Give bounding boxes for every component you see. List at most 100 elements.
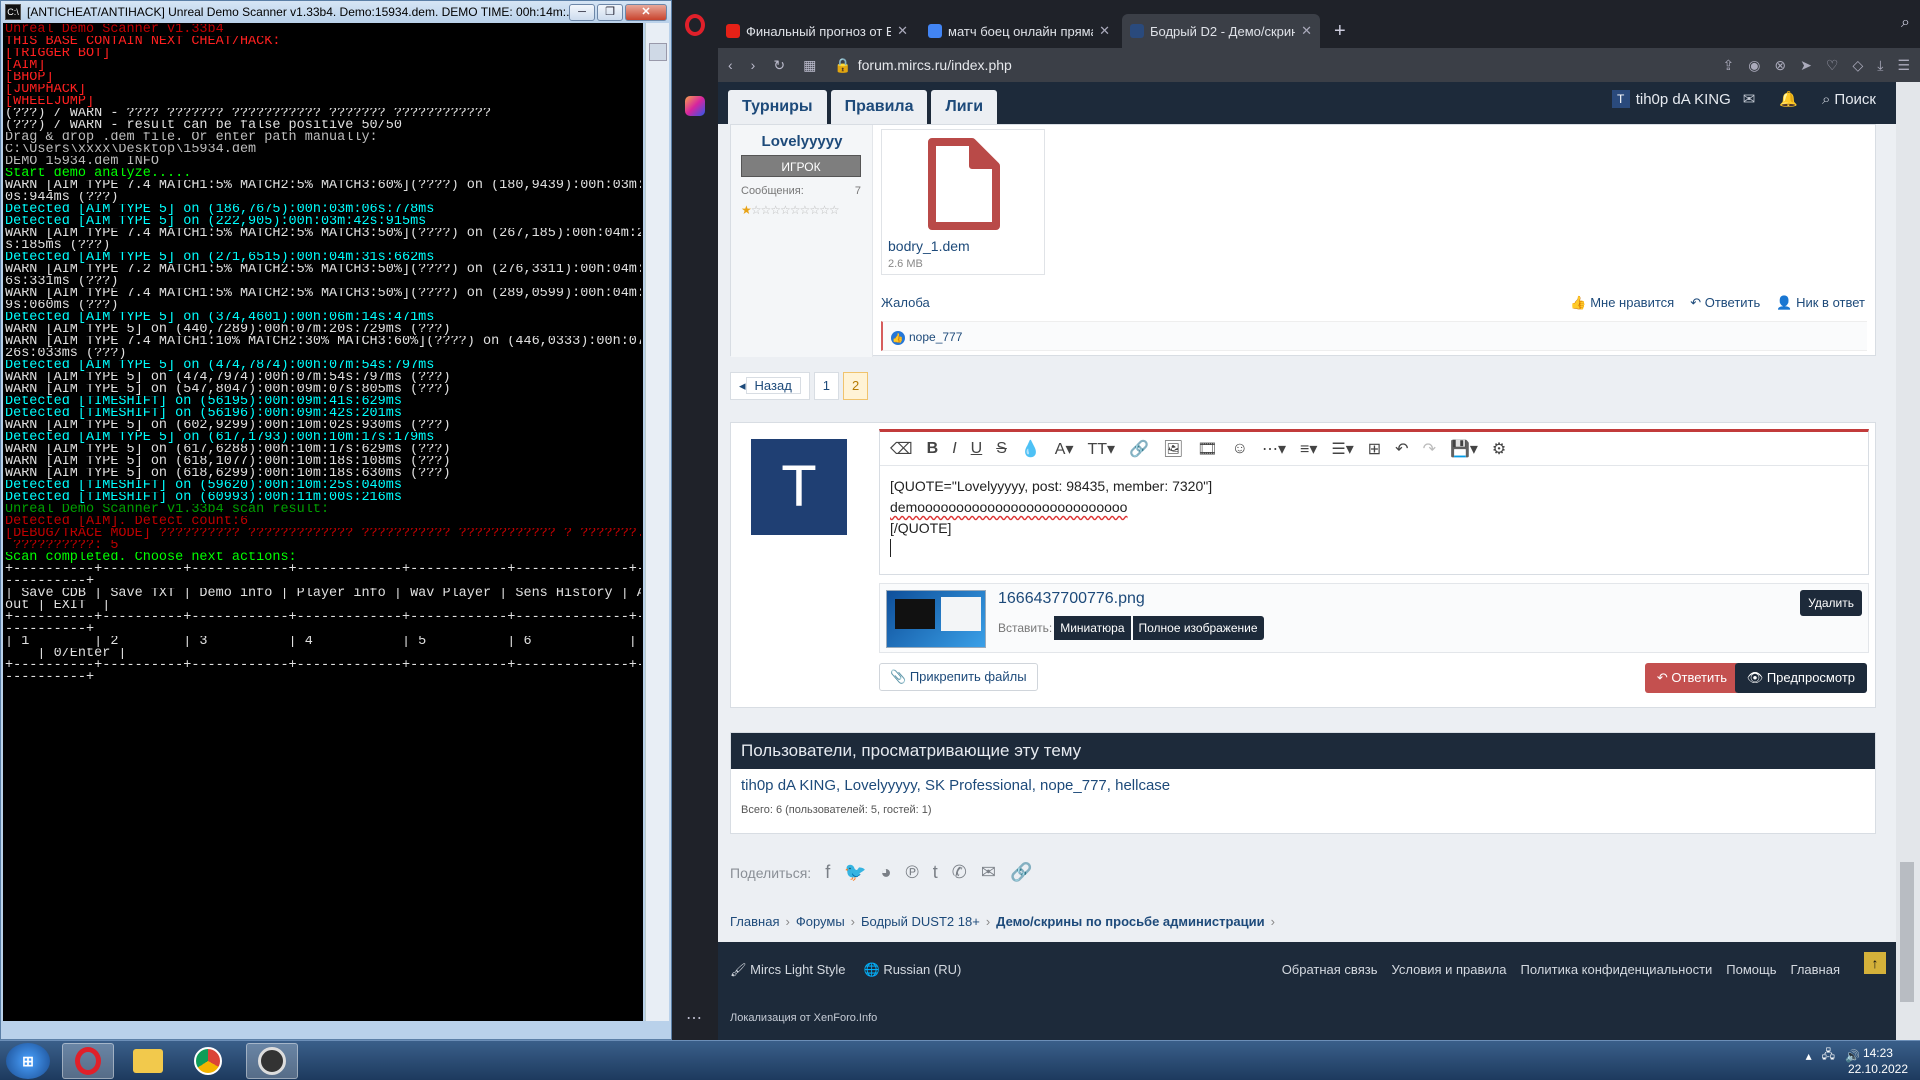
nav-rules[interactable]: Правила xyxy=(830,90,928,124)
page-scrollbar[interactable] xyxy=(1896,82,1920,1040)
breadcrumb-current[interactable]: Демо/скрины по просьбе администрации xyxy=(996,914,1264,929)
preview-button[interactable]: 👁 Предпросмотр xyxy=(1734,663,1867,693)
link-icon[interactable]: 🔗 xyxy=(1129,439,1149,459)
underline-icon[interactable]: U xyxy=(971,440,983,458)
pager-back[interactable]: ◂ Назад xyxy=(730,372,810,400)
report-link[interactable]: Жалоба xyxy=(881,295,930,310)
taskbar-console[interactable] xyxy=(246,1043,298,1079)
image-icon[interactable]: 🖼 xyxy=(1163,439,1183,459)
bell-icon[interactable]: 🔔 xyxy=(1779,90,1798,108)
footer-feedback[interactable]: Обратная связь xyxy=(1282,962,1378,977)
language-chooser[interactable]: 🌐 Russian (RU) xyxy=(864,962,962,978)
pager-page-2[interactable]: 2 xyxy=(843,372,869,400)
nav-leagues[interactable]: Лиги xyxy=(931,90,998,124)
eraser-icon[interactable]: ⌫ xyxy=(890,439,913,459)
pager-page-1[interactable]: 1 xyxy=(813,372,840,400)
scroll-top-icon[interactable]: ↑ xyxy=(1864,952,1886,974)
tray-arrow-icon[interactable]: ▴ xyxy=(1806,1049,1812,1063)
search-icon[interactable]: ⌕ xyxy=(1822,91,1830,108)
console-scrollbar[interactable] xyxy=(645,23,669,1021)
footer-home[interactable]: Главная xyxy=(1791,962,1840,977)
insert-full-button[interactable]: Полное изображение xyxy=(1132,616,1264,640)
like-button[interactable]: 👍 Мне нравится xyxy=(1570,295,1674,311)
breadcrumb-forums[interactable]: Форумы xyxy=(796,914,845,929)
link-share-icon[interactable]: 🔗 xyxy=(1010,862,1032,883)
tab-close-icon[interactable]: ✕ xyxy=(1099,23,1110,39)
adblock-icon[interactable]: ⊗ xyxy=(1774,57,1786,74)
browser-tab-2[interactable]: матч боец онлайн прямая ✕ xyxy=(920,14,1118,48)
search-tabs-icon[interactable]: ⌕ xyxy=(1901,14,1910,32)
console-title-bar[interactable]: C:\ [ANTICHEAT/ANTIHACK] Unreal Demo Sca… xyxy=(1,1,671,23)
opera-logo-icon[interactable] xyxy=(685,14,705,36)
page-scroll-thumb[interactable] xyxy=(1900,862,1914,1002)
bold-icon[interactable]: B xyxy=(927,440,939,458)
reload-icon[interactable]: ↻ xyxy=(773,57,785,74)
nick-reply-button[interactable]: 👤 Ник в ответ xyxy=(1776,295,1865,311)
align-icon[interactable]: ≡▾ xyxy=(1300,439,1317,459)
mail-icon[interactable]: ✉ xyxy=(1743,90,1756,108)
tumblr-icon[interactable]: t xyxy=(933,862,938,883)
send-icon[interactable]: ➤ xyxy=(1800,57,1812,74)
browser-tab-3[interactable]: Бодрый D2 - Демо/скрины ✕ xyxy=(1122,14,1320,48)
submit-reply-button[interactable]: ↶ Ответить xyxy=(1644,663,1739,693)
more-icon[interactable]: ⋯ xyxy=(686,1008,702,1028)
forward-icon[interactable]: › xyxy=(751,57,756,73)
post-author[interactable]: Lovelyyyyy xyxy=(731,133,873,150)
strike-icon[interactable]: S xyxy=(996,440,1007,458)
color-icon[interactable]: 💧 xyxy=(1021,439,1041,459)
smiley-icon[interactable]: ☺ xyxy=(1232,440,1248,458)
settings-icon[interactable]: ⚙ xyxy=(1492,439,1506,459)
editor-text-area[interactable]: [QUOTE="Lovelyyyyy, post: 98435, member:… xyxy=(880,466,1868,573)
url-field[interactable]: forum.mircs.ru/index.php xyxy=(858,57,1709,73)
tab-close-icon[interactable]: ✕ xyxy=(1301,23,1312,39)
table-icon[interactable]: ⊞ xyxy=(1368,439,1381,459)
start-button[interactable]: ⊞ xyxy=(6,1043,50,1079)
delete-upload-button[interactable]: Удалить xyxy=(1800,590,1862,616)
viewers-list[interactable]: tih0p dA KING, Lovelyyyyy, SK Profession… xyxy=(731,769,1875,802)
list-icon[interactable]: ☰▾ xyxy=(1331,439,1353,459)
camera-icon[interactable]: ◉ xyxy=(1748,57,1760,74)
heart-icon[interactable]: ♡ xyxy=(1826,57,1839,74)
attachment-card[interactable]: bodry_1.dem 2.6 MB xyxy=(881,129,1045,275)
new-tab-button[interactable]: + xyxy=(1324,14,1356,48)
download-icon[interactable]: ⤓ xyxy=(1877,57,1883,74)
font-icon[interactable]: A▾ xyxy=(1055,439,1074,459)
drafts-icon[interactable]: 💾▾ xyxy=(1450,439,1478,459)
facebook-icon[interactable]: f xyxy=(825,862,830,883)
taskbar-opera[interactable] xyxy=(62,1043,114,1079)
console-output[interactable]: Unreal Demo Scanner v1.33b4 THIS BASE CON… xyxy=(3,23,643,1021)
user-name[interactable]: tih0p dA KING xyxy=(1636,91,1731,108)
footer-terms[interactable]: Условия и правила xyxy=(1391,962,1506,977)
user-avatar[interactable]: T xyxy=(1611,90,1630,108)
minimize-button[interactable]: ─ xyxy=(569,3,595,21)
back-icon[interactable]: ‹ xyxy=(728,57,733,73)
scroll-thumb[interactable] xyxy=(649,43,667,61)
maximize-button[interactable]: ❐ xyxy=(597,3,623,21)
attach-files-button[interactable]: 📎 Прикрепить файлы xyxy=(879,663,1038,691)
instagram-icon[interactable] xyxy=(685,96,705,116)
redo-icon[interactable]: ↷ xyxy=(1423,439,1436,459)
network-icon[interactable]: 🖧 xyxy=(1822,1045,1835,1066)
footer-help[interactable]: Помощь xyxy=(1726,962,1776,977)
more-options-icon[interactable]: ⋯▾ xyxy=(1262,439,1286,459)
browser-tab-1[interactable]: Финальный прогноз от Bo ✕ xyxy=(718,14,916,48)
media-icon[interactable]: 🎞 xyxy=(1197,439,1217,459)
tabs-grid-icon[interactable]: ▦ xyxy=(803,57,816,74)
insert-thumbnail-button[interactable]: Миниатюра xyxy=(1054,616,1131,640)
email-icon[interactable]: ✉ xyxy=(981,862,996,883)
size-icon[interactable]: TT▾ xyxy=(1088,439,1116,459)
twitter-icon[interactable]: 🐦 xyxy=(844,862,866,883)
search-label[interactable]: Поиск xyxy=(1834,91,1876,108)
reddit-icon[interactable]: ◕ xyxy=(881,862,892,883)
pinterest-icon[interactable]: ℗ xyxy=(906,862,919,883)
breadcrumb-home[interactable]: Главная xyxy=(730,914,779,929)
nav-tournaments[interactable]: Турниры xyxy=(728,90,827,124)
breadcrumb-section[interactable]: Бодрый DUST2 18+ xyxy=(861,914,980,929)
upload-thumbnail[interactable] xyxy=(886,590,986,648)
taskbar-chrome[interactable] xyxy=(182,1043,234,1079)
style-chooser[interactable]: 🖌 Mircs Light Style xyxy=(730,962,846,978)
box-icon[interactable]: ◇ xyxy=(1852,57,1863,74)
upload-name[interactable]: 1666437700776.png xyxy=(998,590,1145,608)
clock[interactable]: 14:23 22.10.2022 xyxy=(1848,1045,1908,1077)
tab-close-icon[interactable]: ✕ xyxy=(897,23,908,39)
